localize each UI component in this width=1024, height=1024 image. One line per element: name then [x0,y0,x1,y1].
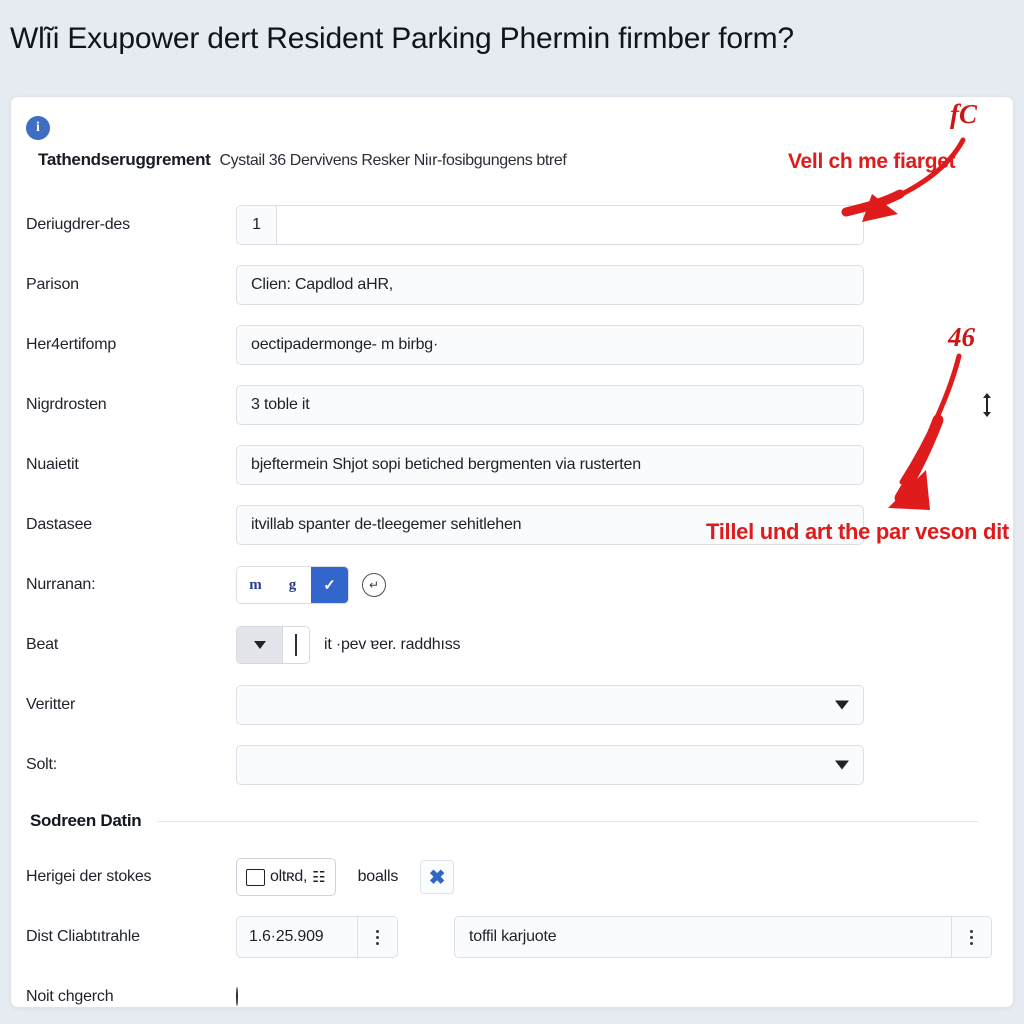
format-toolbar: m g ✓ ↵ [236,566,1004,604]
label-solt: Solt: [26,756,58,773]
stepper-icon[interactable] [983,393,991,417]
label-nuaietit: Nuaietit [26,456,79,473]
pen-button[interactable]: ✓ [311,567,348,603]
checkbox-field[interactable]: oltʀd, ☷ [236,858,336,896]
underline-glyph: g [288,576,297,593]
form-row-solt: Solt: [0,735,1004,795]
form-row-dist-cliabtatrahle: Dist Cliabtıtrahle 1.6·25.909 toffil kar… [0,907,1004,967]
form-row-veritter: Veritter [0,675,1004,735]
form-row-nigrdrosten: Nigrdrosten 3 toble it [0,375,1004,435]
form-row-noit-chgerch: Noit chgerch [0,967,1004,1024]
input-deriugdrer-prefix: 1 [237,206,277,244]
select-solt[interactable] [236,745,864,785]
list-icon: ☷ [312,869,326,886]
text-field-value: toffil karjuote [469,928,557,945]
form-row-dastasee: Dastasee itvillab spanter de-tleegemer s… [0,495,1004,555]
input-deriugdrer[interactable]: 1 [236,205,864,245]
dist-controls: 1.6·25.909 toffil karjuote [236,916,1004,958]
info-icon: i [26,116,50,140]
page-title: Wlĩi Exupower dert Resident Parking Pher… [10,22,794,55]
undo-icon[interactable]: ↵ [362,573,386,597]
chevron-down-icon[interactable] [835,760,849,770]
checkbox-icon[interactable] [246,868,265,886]
section-divider [157,820,978,822]
label-parison: Parison [26,276,79,293]
form-row-nuaietit: Nuaietit bjeftermein Shjot sopi betiched… [0,435,1004,495]
more-options-icon-secondary[interactable] [951,917,991,957]
label-nurranan: Nurranan: [26,576,96,593]
input-nuaietit[interactable]: bjeftermein Shjot sopi betiched bergment… [236,445,864,485]
checkbox-after-text: boalls [357,868,399,885]
herigei-controls: oltʀd, ☷ boalls ✖ [236,858,1004,896]
form-row-herigei: Herigei der stokes oltʀd, ☷ boalls ✖ [0,847,1004,907]
input-deriugdrer-text[interactable] [277,206,863,244]
input-nigrdrosten[interactable]: 3 toble it [236,385,864,425]
chevron-down-icon[interactable] [237,627,283,663]
more-options-icon[interactable] [357,917,397,957]
label-herigei: Herigei der stokes [26,868,152,885]
text-cursor [283,627,309,663]
screen-root: Wlĩi Exupower dert Resident Parking Pher… [0,0,1024,1024]
section-sodreen-datin: Sodreen Datin [0,795,1004,847]
form-body: Deriugdrer-des 1 Parison Clien: Capdlod … [0,195,1004,1024]
underline-button[interactable]: g [274,567,311,603]
label-hertertifomp: Her4ertifomp [26,336,117,353]
numeric-field[interactable]: 1.6·25.909 [236,916,398,958]
close-icon[interactable]: ✖ [420,860,455,894]
label-deriugdrer: Deriugdrer-des [26,216,130,233]
text-field[interactable]: toffil karjuote [454,916,992,958]
numeric-value: 1.6·25.909 [249,928,324,945]
radio-button[interactable] [236,987,238,1006]
bold-italic-button[interactable]: m [237,567,274,603]
form-row-hertertifomp: Her4ertifomp oectipadermonge- m birbg· [0,315,1004,375]
select-veritter[interactable] [236,685,864,725]
format-button-group: m g ✓ [236,566,349,604]
input-hertertifomp[interactable]: oectipadermonge- m birbg· [236,325,864,365]
label-dist-cliabtatrahle: Dist Cliabtıtrahle [26,928,140,945]
label-noit-chgerch: Noit chgerch [26,988,114,1005]
label-nigrdrosten: Nigrdrosten [26,396,107,413]
beat-combo-box[interactable] [236,626,310,664]
card-header-sub: Cystail 36 Dervivens Resker Niır-fosibgu… [219,152,567,169]
form-row-deriugdrer: Deriugdrer-des 1 [0,195,1004,255]
section-title: Sodreen Datin [30,811,142,830]
checkbox-label: oltʀd, [270,868,308,885]
chevron-down-icon[interactable] [835,700,849,710]
label-beat: Beat [26,636,59,653]
card-header: Tathendseruggrement Cystail 36 Dervivens… [38,150,567,170]
card-header-strong: Tathendseruggrement [38,150,211,169]
input-dastasee[interactable]: itvillab spanter de-tleegemer sehitlehen [236,505,864,545]
beat-combo: it ·pev ɐer. raddhıss [236,626,1004,664]
label-veritter: Veritter [26,696,76,713]
label-dastasee: Dastasee [26,516,92,533]
form-row-nurranan: Nurranan: m g ✓ ↵ [0,555,1004,615]
input-parison[interactable]: Clien: Capdlod aHR, [236,265,864,305]
form-row-parison: Parison Clien: Capdlod aHR, [0,255,1004,315]
form-row-beat: Beat it ·pev ɐer. raddhıss [0,615,1004,675]
beat-combo-text: it ·pev ɐer. raddhıss [324,636,461,653]
